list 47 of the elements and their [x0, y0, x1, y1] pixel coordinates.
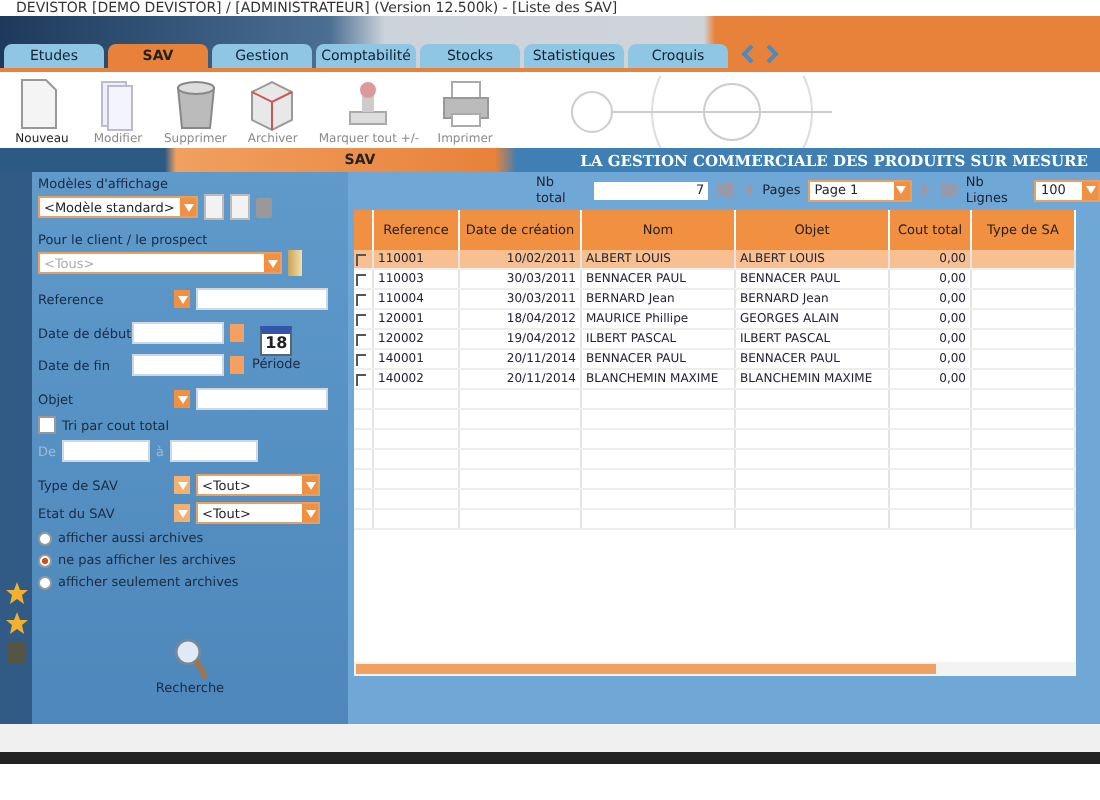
caret-icon [305, 481, 315, 489]
caret-icon [177, 395, 187, 403]
input-field[interactable] [170, 440, 258, 462]
search-icon [171, 636, 208, 680]
first-page-icon[interactable] [716, 182, 735, 198]
caret-icon [177, 509, 187, 517]
next-page-icon[interactable] [919, 182, 932, 198]
input-field[interactable] [62, 440, 151, 462]
radio-button[interactable] [38, 575, 52, 589]
caret-icon [177, 481, 187, 489]
dropdown-button[interactable] [174, 290, 190, 308]
caret-icon [305, 509, 315, 517]
caret-icon [267, 259, 277, 267]
printer-icon [437, 76, 494, 132]
document-icon[interactable] [204, 194, 224, 220]
star-icon[interactable] [5, 612, 27, 634]
row-checkbox[interactable] [356, 333, 366, 345]
caret-icon [177, 295, 187, 303]
binder-icon[interactable] [288, 250, 302, 276]
row-checkbox[interactable] [356, 253, 366, 265]
horizontal-scrollbar[interactable] [354, 662, 1076, 676]
caret-icon [183, 203, 193, 211]
star-icon[interactable] [5, 582, 27, 604]
caret-icon [1085, 186, 1095, 194]
input-field[interactable] [132, 322, 224, 344]
checkbox[interactable] [38, 416, 56, 434]
row-checkbox[interactable] [356, 373, 366, 385]
bin-icon[interactable] [256, 197, 272, 217]
radio-button[interactable] [38, 531, 52, 545]
row-checkbox[interactable] [356, 293, 366, 305]
row-checkbox[interactable] [356, 273, 366, 285]
dropdown-button[interactable] [174, 476, 190, 494]
calendar-icon: 18 [260, 326, 293, 356]
dropdown-button[interactable] [174, 504, 190, 522]
document-icon[interactable] [230, 194, 250, 220]
input-field[interactable] [196, 288, 328, 310]
input-field[interactable] [196, 388, 328, 410]
last-page-icon[interactable] [939, 182, 958, 198]
previous-page-icon[interactable] [742, 182, 755, 198]
row-checkbox[interactable] [356, 353, 366, 365]
header-cell [354, 210, 373, 250]
input-field[interactable] [132, 354, 224, 376]
caret-icon [896, 186, 907, 194]
dropdown-button[interactable] [174, 390, 190, 408]
bin-icon[interactable] [7, 642, 25, 664]
radio-button[interactable] [38, 553, 52, 567]
row-checkbox[interactable] [356, 313, 366, 325]
